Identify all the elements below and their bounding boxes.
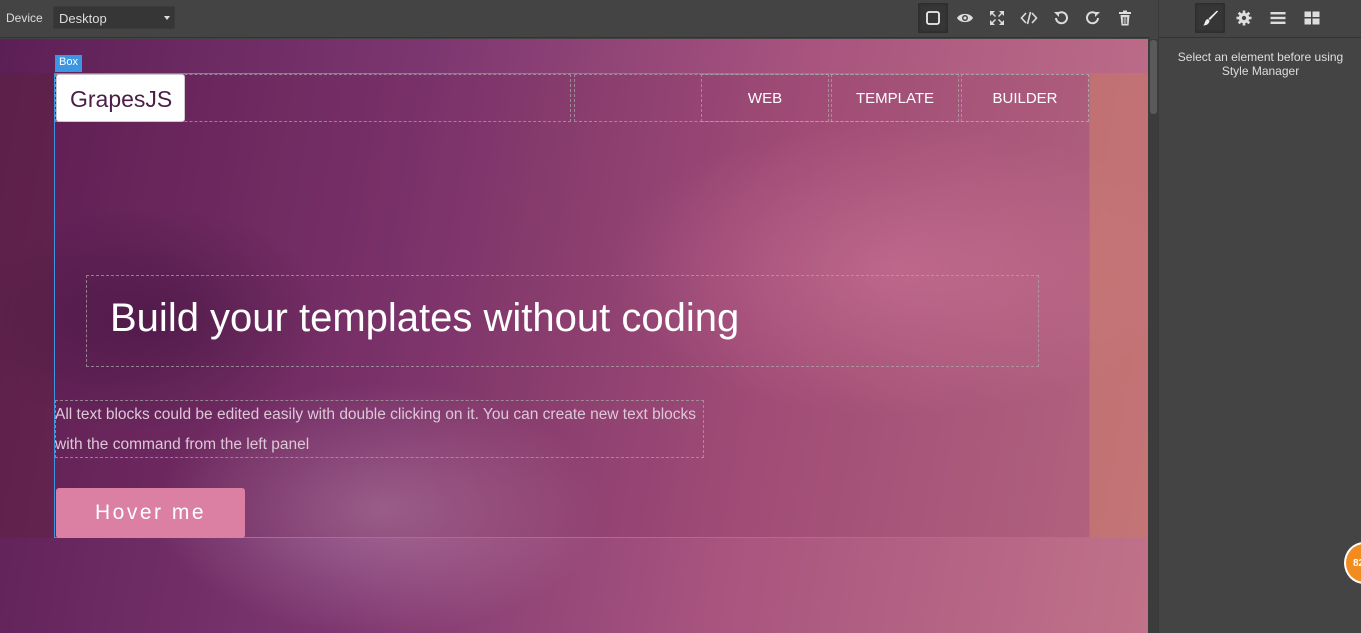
blocks-tab[interactable] [1297,3,1327,33]
editor-canvas[interactable]: Box GrapesJS WEB TEMPLATE BUILDER Build … [0,39,1148,633]
device-select[interactable]: Desktop [53,6,175,29]
canvas-commands [918,3,1140,33]
canvas-scrollbar[interactable] [1148,39,1158,633]
paint-brush-icon [1202,10,1218,26]
sw-visibility-button[interactable] [918,3,948,33]
preview-button[interactable] [950,3,980,33]
undo-icon [1054,11,1068,25]
nav-item-builder[interactable]: BUILDER [961,74,1089,122]
selected-badge: Box [55,55,82,72]
gear-icon [1236,10,1251,26]
right-panel: Select an element before using Style Man… [1158,0,1361,633]
background-image [0,73,55,538]
undo-button[interactable] [1046,3,1076,33]
panel-tabs [1159,0,1361,38]
code-icon [1020,11,1038,25]
style-manager-tab[interactable] [1194,3,1225,33]
sw-visibility-icon [926,11,940,25]
settings-tab[interactable] [1229,3,1259,33]
nav-item-template[interactable]: TEMPLATE [831,74,959,122]
nav-item-web[interactable]: WEB [701,74,829,122]
background-padding [1090,73,1148,538]
chevron-down-icon [164,16,170,20]
blocks-icon [1304,11,1319,25]
redo-icon [1086,11,1100,25]
logo-text[interactable]: GrapesJS [56,74,185,122]
canvas-scrollbar-thumb[interactable] [1150,40,1157,114]
device-label: Device [6,11,43,25]
top-toolbar: Device Desktop [0,0,1150,38]
hover-me-button[interactable]: Hover me [56,488,245,538]
layers-icon [1270,12,1285,24]
page-title[interactable]: Build your templates without coding [110,296,739,341]
description-text[interactable]: All text blocks could be edited easily w… [55,400,705,460]
clear-canvas-button[interactable] [1110,3,1140,33]
preview-icon [957,13,973,23]
code-button[interactable] [1014,3,1044,33]
layer-manager-tab[interactable] [1263,3,1293,33]
fullscreen-button[interactable] [982,3,1012,33]
fullscreen-icon [990,11,1004,25]
device-select-value: Desktop [59,11,107,26]
trash-icon [1119,10,1131,26]
style-manager-message: Select an element before using Style Man… [1177,50,1344,78]
redo-button[interactable] [1078,3,1108,33]
